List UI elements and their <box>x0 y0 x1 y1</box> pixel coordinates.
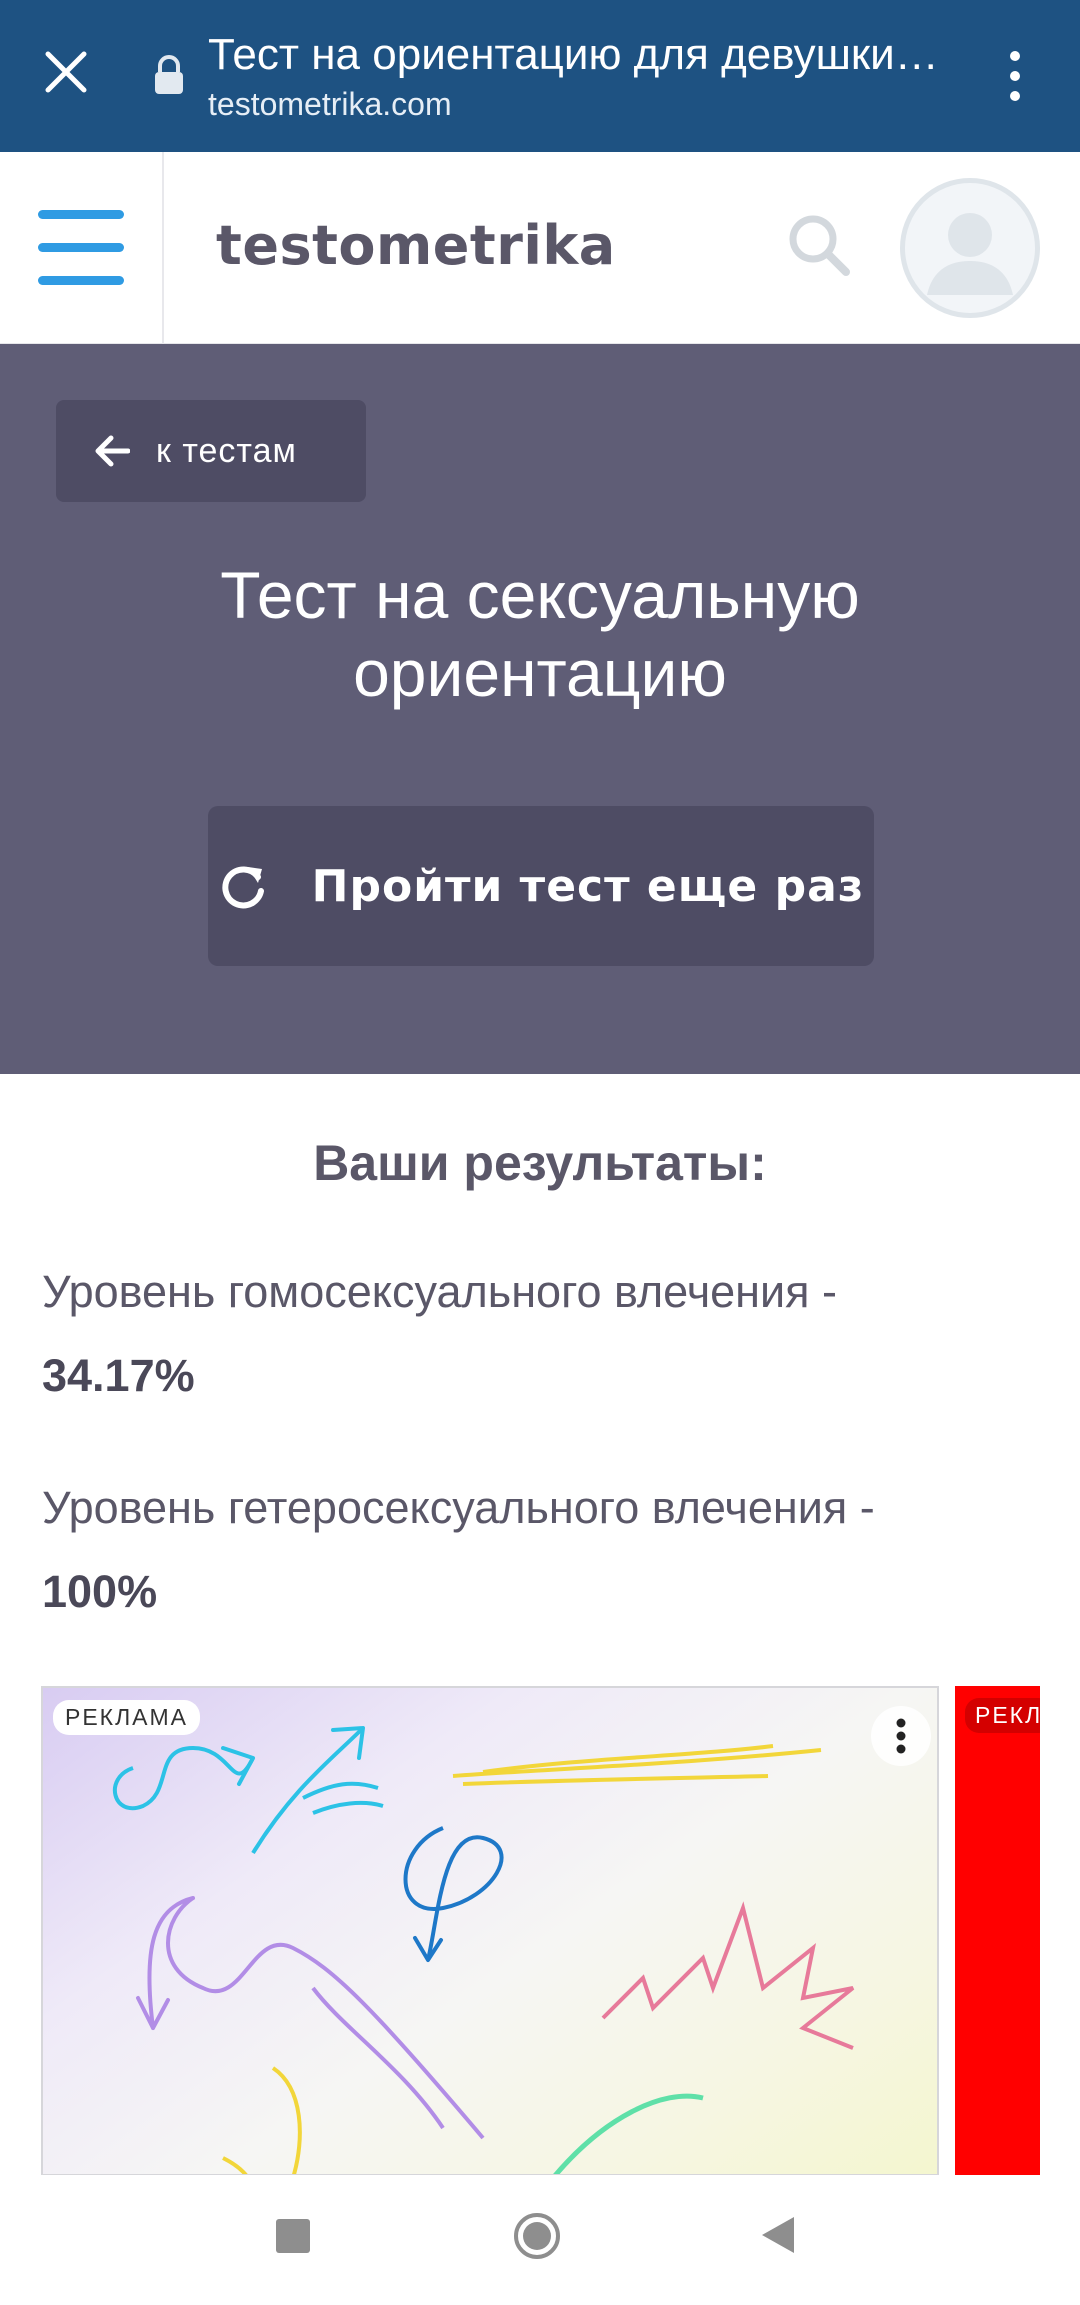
header-divider <box>162 152 164 344</box>
more-vert-icon[interactable] <box>1000 48 1030 104</box>
result-value-homo: 34.17% <box>42 1350 195 1401</box>
result-label-homo: Уровень гомосексуального влечения - <box>42 1266 838 1317</box>
result-label-hetero: Уровень гетеросексуального влечения - <box>42 1482 875 1533</box>
close-icon[interactable] <box>36 42 96 102</box>
browser-url[interactable]: testometrika.com <box>208 86 452 123</box>
page-title: Тест на сексуальную ориентацию <box>220 558 860 710</box>
back-to-tests-label: к тестам <box>156 431 297 470</box>
ad-badge: РЕКЛАМА <box>53 1700 201 1735</box>
refresh-icon <box>222 866 264 909</box>
ad-doodle-illustration <box>113 1726 855 2174</box>
results-heading: Ваши результаты: <box>313 1135 767 1191</box>
ad-banner-secondary[interactable]: РЕКЛ <box>955 1686 1040 2176</box>
ad-banner[interactable]: РЕКЛАМА <box>41 1686 939 2176</box>
browser-top-bar: Тест на ориентацию для девушки… testomet… <box>0 0 1080 152</box>
back-nav-icon[interactable] <box>758 2213 798 2257</box>
user-avatar-icon[interactable] <box>900 178 1040 318</box>
back-to-tests-button[interactable]: к тестам <box>56 400 366 502</box>
browser-page-title[interactable]: Тест на ориентацию для девушки… <box>208 30 948 80</box>
recent-apps-icon[interactable] <box>276 2219 310 2253</box>
site-logo[interactable]: testometrika <box>216 214 616 277</box>
app-root: Тест на ориентацию для девушки… testomet… <box>0 0 1080 2305</box>
ad-badge-secondary: РЕКЛ <box>965 1698 1040 1733</box>
site-header: testometrika <box>0 152 1080 344</box>
retake-test-label: Пройти тест еще раз <box>311 860 865 912</box>
retake-test-button[interactable]: Пройти тест еще раз <box>208 806 874 966</box>
home-icon[interactable] <box>512 2211 562 2261</box>
search-icon[interactable] <box>786 212 852 278</box>
lock-icon <box>155 55 183 94</box>
ad-options-icon[interactable] <box>871 1706 931 1766</box>
result-value-hetero: 100% <box>42 1566 158 1617</box>
arrow-left-icon <box>95 435 130 467</box>
hamburger-icon[interactable] <box>38 210 126 286</box>
system-nav-bar <box>0 2175 1080 2305</box>
hero-section: к тестам Тест на сексуальную ориентацию … <box>0 344 1080 1074</box>
